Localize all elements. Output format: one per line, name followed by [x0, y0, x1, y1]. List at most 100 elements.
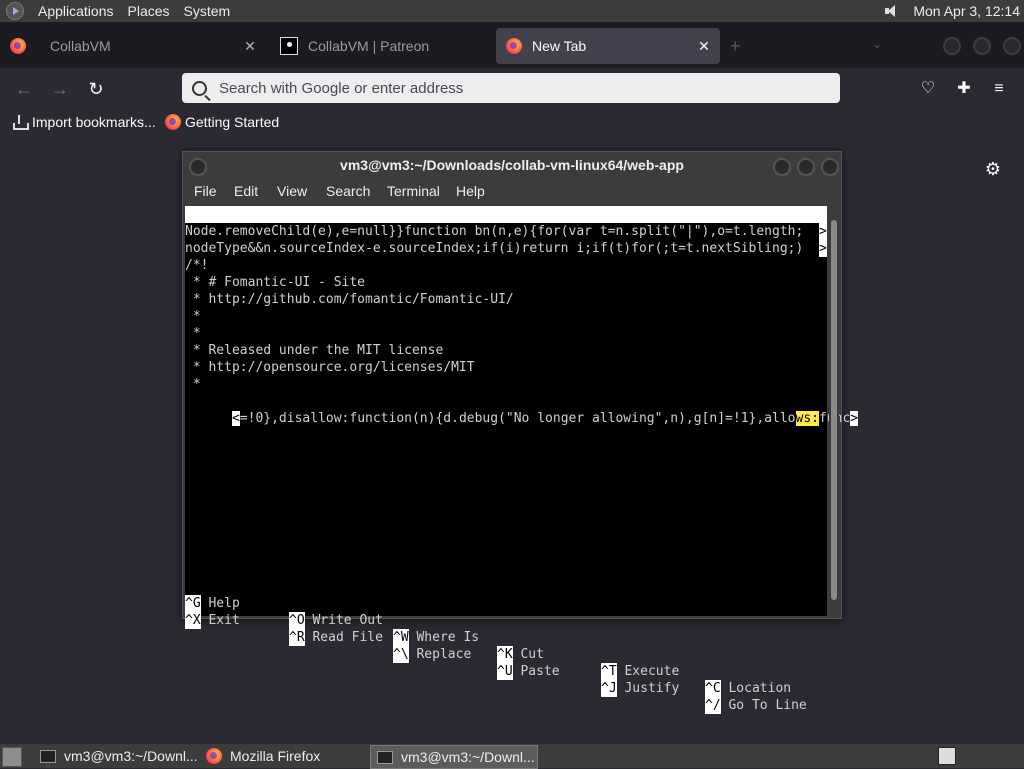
tab-patreon[interactable]: CollabVM | Patreon: [270, 28, 496, 64]
shortcut-where-is: ^W Where Is: [393, 629, 480, 646]
pocket-icon[interactable]: ♡: [919, 80, 937, 98]
bottom-taskbar: vm3@vm3:~/Downl... Mozilla Firefox vm3@v…: [0, 744, 1024, 769]
scrollbar-thumb[interactable]: [831, 220, 837, 600]
tab-strip: CollabVM ✕ CollabVM | Patreon New Tab ✕: [0, 22, 1024, 68]
taskbar-label: vm3@vm3:~/Downl...: [401, 749, 535, 765]
shortcut-row: ^G Help ^O Write Out ^W Where Is ^K Cut …: [185, 578, 791, 697]
patreon-icon: [280, 37, 298, 55]
shortcut-location: ^C Location: [705, 680, 792, 697]
close-tab-icon[interactable]: ✕: [242, 38, 258, 54]
menu-file[interactable]: File: [194, 183, 217, 199]
editor-line: *: [185, 309, 201, 324]
system-menu[interactable]: System: [184, 3, 231, 19]
shortcut-exit: ^X Exit: [185, 612, 240, 629]
editor-line: * # Fomantic-UI - Site: [185, 275, 366, 290]
firefox-icon: [506, 38, 522, 54]
editor-line: * http://github.com/fomantic/Fomantic-UI…: [185, 292, 514, 307]
extensions-icon[interactable]: ✚: [955, 80, 973, 98]
taskbar-terminal-2[interactable]: vm3@vm3:~/Downl...: [370, 745, 538, 769]
menu-search[interactable]: Search: [326, 183, 370, 199]
close-window-button[interactable]: [1003, 37, 1021, 55]
shortcut-cut: ^K Cut: [497, 646, 544, 663]
line-overflow-marker: >: [850, 411, 859, 426]
editor-cursor-line: <=!0},disallow:function(n){d.debug("No l…: [185, 393, 859, 426]
editor-line: /*!: [185, 258, 209, 273]
line-start-marker: <: [231, 411, 240, 426]
hamburger-menu-icon[interactable]: ≡: [990, 80, 1008, 98]
tab-title: CollabVM | Patreon: [308, 38, 430, 54]
maximize-button[interactable]: [797, 158, 815, 176]
terminal-icon: [377, 750, 393, 764]
shortcut-write-out: ^O Write Out: [289, 612, 383, 629]
menu-edit[interactable]: Edit: [234, 183, 258, 199]
tab-title: CollabVM: [50, 38, 111, 54]
menu-view[interactable]: View: [277, 183, 307, 199]
close-tab-icon[interactable]: ✕: [696, 38, 712, 54]
top-panel: Applications Places System Mon Apr 3, 12…: [0, 0, 1024, 22]
editor-line: * Released under the MIT license: [185, 343, 444, 358]
nano-status: Modified: [745, 258, 808, 273]
bookmarks-toolbar: Import bookmarks... Getting Started: [0, 110, 1024, 138]
bookmark-import[interactable]: Import bookmarks...: [12, 114, 156, 130]
list-all-tabs-icon[interactable]: ⌄: [872, 37, 882, 51]
close-button[interactable]: [821, 158, 839, 176]
reload-icon[interactable]: ↻: [85, 80, 107, 98]
terminal-menubar: File Edit View Search Terminal Help: [183, 178, 841, 204]
places-menu[interactable]: Places: [128, 3, 170, 19]
terminal-scrollbar[interactable]: [829, 206, 839, 616]
import-icon: [12, 115, 29, 130]
shortcut-execute: ^T Execute: [601, 663, 680, 680]
terminal-icon: [40, 749, 56, 763]
show-desktop-icon[interactable]: [2, 747, 22, 767]
menu-help[interactable]: Help: [456, 183, 485, 199]
gear-icon[interactable]: ⚙: [984, 160, 1002, 178]
shortcut-replace: ^\ Replace: [393, 646, 472, 663]
window-menu-button[interactable]: [189, 158, 207, 176]
minimize-button[interactable]: [773, 158, 791, 176]
shortcut-paste: ^U Paste: [497, 663, 560, 680]
editor-line: Node.removeChild(e),e=null}}function bn(…: [185, 224, 804, 239]
shortcut-row: ^X Exit ^R Read File ^\ Replace ^U Paste…: [185, 595, 807, 714]
taskbar-label: vm3@vm3:~/Downl...: [64, 748, 198, 764]
firefox-icon: [206, 748, 222, 764]
line-overflow-marker: >: [819, 223, 827, 240]
tab-title: New Tab: [532, 38, 587, 54]
tab-collabvm[interactable]: CollabVM ✕: [0, 28, 266, 64]
terminal-title[interactable]: vm3@vm3:~/Downloads/collab-vm-linux64/we…: [183, 152, 841, 178]
url-bar[interactable]: Search with Google or enter address: [182, 73, 840, 103]
taskbar-terminal-1[interactable]: vm3@vm3:~/Downl...: [34, 745, 198, 767]
workspace-switcher-icon[interactable]: [938, 747, 956, 765]
url-placeholder: Search with Google or enter address: [219, 79, 464, 97]
firefox-icon: [165, 114, 181, 130]
applications-menu[interactable]: Applications: [38, 3, 114, 19]
terminal-window[interactable]: vm3@vm3:~/Downloads/collab-vm-linux64/we…: [182, 151, 859, 714]
editor-line: * http://opensource.org/licenses/MIT: [185, 360, 475, 375]
line-overflow-marker: >: [819, 240, 827, 257]
bookmark-label: Getting Started: [185, 114, 280, 130]
forward-arrow-icon[interactable]: →: [49, 80, 71, 98]
gnome-menu-icon[interactable]: [6, 2, 24, 20]
shortcut-read-file: ^R Read File: [289, 629, 383, 646]
search-icon: [192, 80, 207, 96]
editor-line: *: [185, 326, 201, 341]
cursor-line-text: =!0},disallow:function(n){d.debug("No lo…: [239, 411, 796, 426]
clock[interactable]: Mon Apr 3, 12:14: [913, 3, 1020, 19]
terminal-screen[interactable]: GNU nano 7.2 main.js Modified Node.remov…: [185, 206, 859, 714]
tab-new-tab[interactable]: New Tab ✕: [496, 28, 720, 64]
editor-line: *: [185, 377, 201, 392]
taskbar-firefox[interactable]: Mozilla Firefox: [204, 745, 368, 767]
new-tab-plus-icon[interactable]: +: [730, 36, 741, 57]
bookmark-label: Import bookmarks...: [32, 114, 156, 130]
bookmark-getting-started[interactable]: Getting Started: [165, 114, 279, 130]
nano-header: GNU nano 7.2 main.js Modified: [185, 206, 827, 273]
firefox-icon: [10, 38, 26, 54]
minimize-window-button[interactable]: [943, 37, 961, 55]
speaker-icon[interactable]: [885, 4, 899, 18]
maximize-window-button[interactable]: [973, 37, 991, 55]
menu-terminal[interactable]: Terminal: [387, 183, 440, 199]
back-arrow-icon[interactable]: ←: [13, 80, 35, 98]
shortcut-justify: ^J Justify: [601, 680, 680, 697]
shortcut-go-to-line: ^/ Go To Line: [705, 697, 807, 714]
editor-line: nodeType&&n.sourceIndex-e.sourceIndex;if…: [185, 241, 804, 256]
taskbar-label: Mozilla Firefox: [230, 748, 321, 764]
